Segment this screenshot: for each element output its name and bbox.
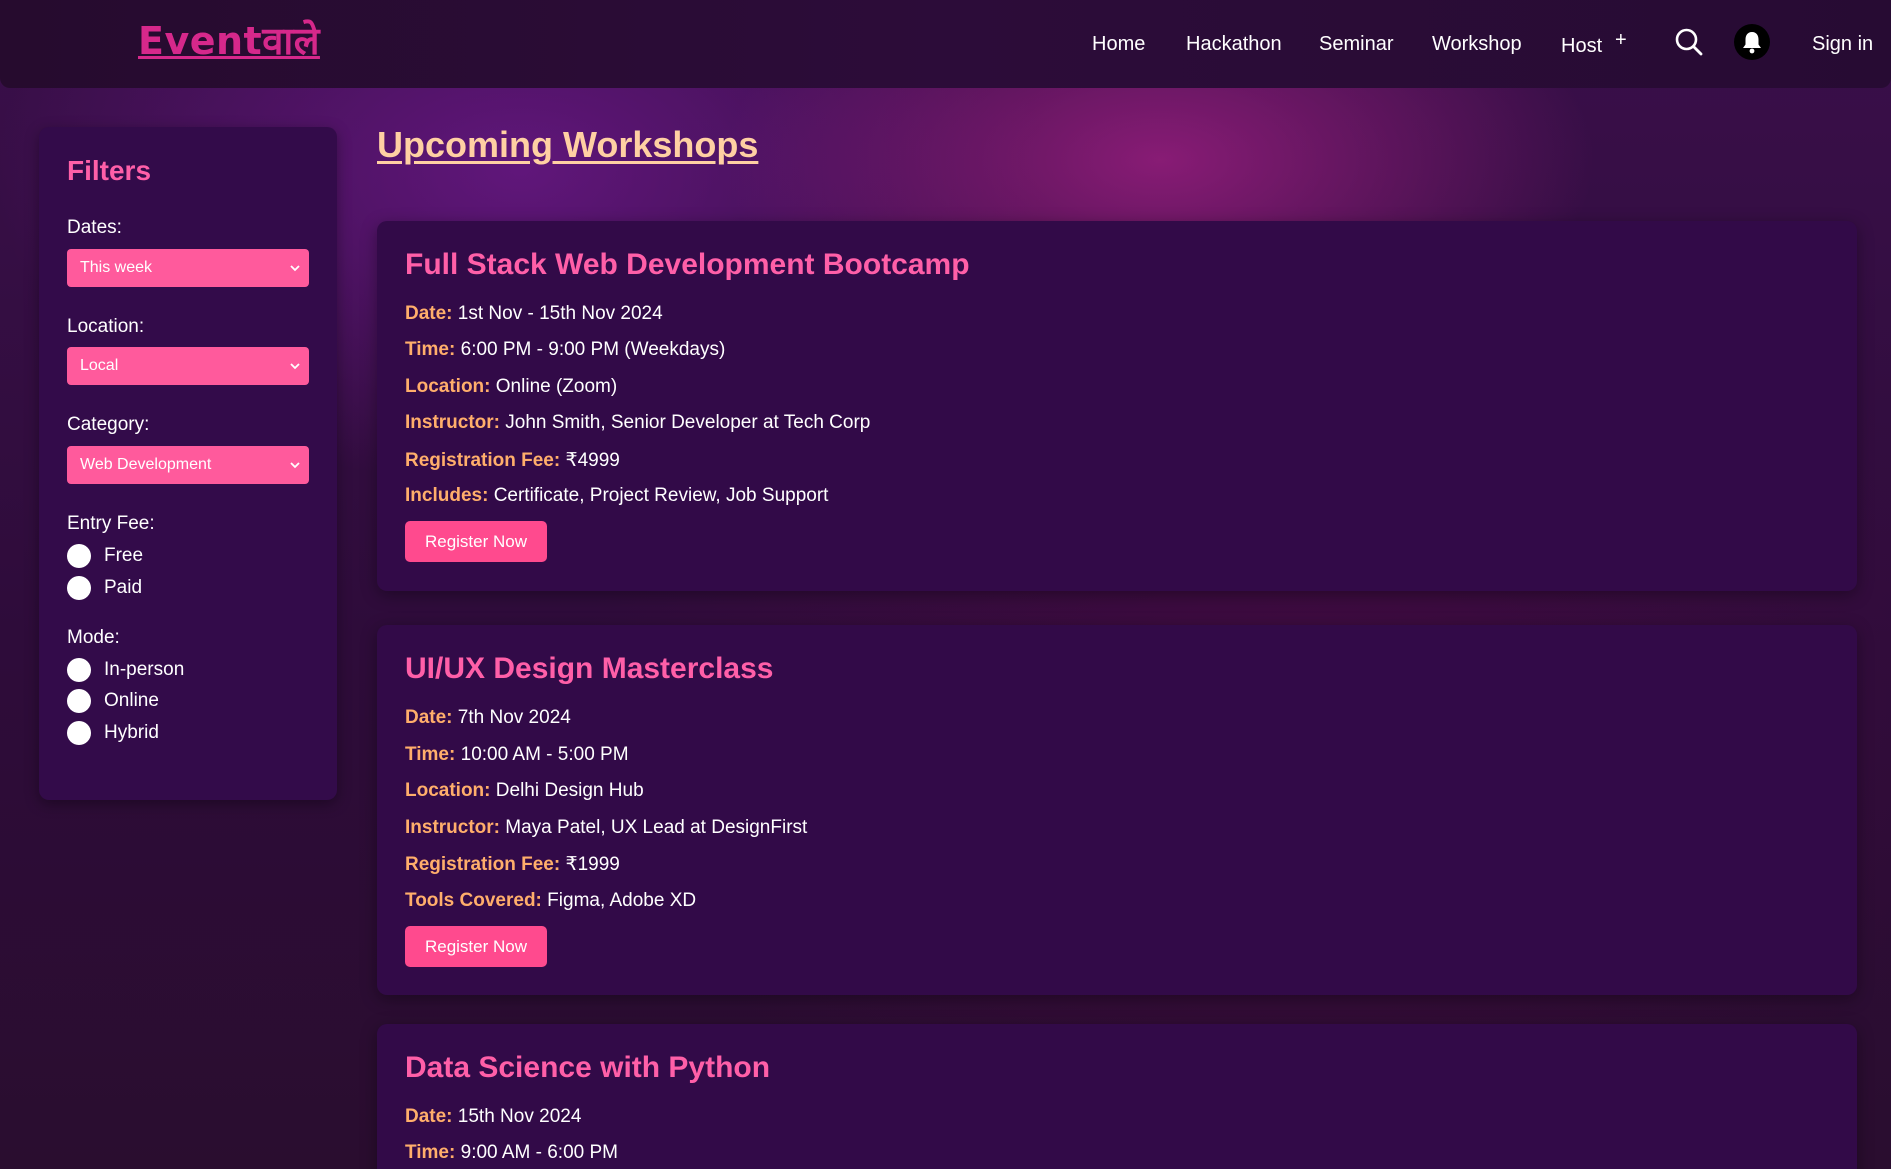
workshop-date: Date: 7th Nov 2024 [405,707,571,729]
dates-select-value: This week [80,259,153,276]
mode-option-in-person[interactable]: In-person [67,658,184,682]
detail-key: Time: [405,1142,456,1163]
detail-value: Maya Patel, UX Lead at DesignFirst [505,817,808,838]
search-icon[interactable] [1674,27,1704,57]
detail-key: Time: [405,339,456,360]
mode-option-online[interactable]: Online [67,689,159,713]
workshop-instructor: Instructor: Maya Patel, UX Lead at Desig… [405,817,807,839]
detail-value: ₹4999 [565,450,620,471]
detail-key: Registration Fee: [405,854,561,875]
filters-panel: Filters Dates: This week Location: Local… [39,127,337,800]
chevron-down-icon [290,462,300,469]
detail-key: Instructor: [405,817,500,838]
nav-workshop[interactable]: Workshop [1432,33,1522,56]
detail-key: Location: [405,780,491,801]
fee-option-paid[interactable]: Paid [67,576,142,600]
nav-hackathon[interactable]: Hackathon [1186,33,1282,56]
nav-host[interactable]: Host [1561,35,1602,58]
radio-label: Online [104,690,159,711]
detail-key: Includes: [405,485,489,506]
location-label: Location: [67,316,145,337]
dates-label: Dates: [67,217,122,238]
workshop-card: Data Science with Python Date: 15th Nov … [377,1024,1857,1169]
workshop-date: Date: 15th Nov 2024 [405,1106,581,1128]
detail-value: Online (Zoom) [495,376,618,397]
filters-title: Filters [67,155,152,186]
radio-label: In-person [104,659,185,680]
bell-icon [1743,32,1761,54]
radio-button[interactable] [67,544,91,568]
workshop-time: Time: 9:00 AM - 6:00 PM [405,1142,618,1164]
detail-value: 10:00 AM - 5:00 PM [460,744,629,765]
mode-option-hybrid[interactable]: Hybrid [67,721,159,745]
detail-key: Tools Covered: [405,890,542,911]
radio-button[interactable] [67,689,91,713]
detail-key: Date: [405,303,453,324]
category-select-value: Web Development [80,456,212,473]
workshop-title: Data Science with Python [405,1051,771,1084]
workshop-instructor: Instructor: John Smith, Senior Developer… [405,412,870,434]
location-select-value: Local [80,357,119,374]
site-logo[interactable]: Eventवाले [138,14,320,66]
category-select[interactable]: Web Development [67,446,309,484]
workshop-includes: Includes: Certificate, Project Review, J… [405,485,828,507]
detail-value: Delhi Design Hub [495,780,644,801]
detail-value: 7th Nov 2024 [457,707,571,728]
detail-key: Registration Fee: [405,450,561,471]
workshop-fee: Registration Fee: ₹4999 [405,449,620,472]
workshop-location: Location: Online (Zoom) [405,376,617,398]
top-navbar: Eventवाले Home Hackathon Seminar Worksho… [0,0,1891,88]
detail-value: Figma, Adobe XD [547,890,697,911]
detail-value: 15th Nov 2024 [457,1106,582,1127]
workshop-tools: Tools Covered: Figma, Adobe XD [405,890,696,912]
workshop-time: Time: 10:00 AM - 5:00 PM [405,744,629,766]
detail-value: 9:00 AM - 6:00 PM [460,1142,618,1163]
register-button[interactable]: Register Now [405,521,547,562]
host-plus-icon[interactable]: + [1615,30,1627,50]
workshop-date: Date: 1st Nov - 15th Nov 2024 [405,303,663,325]
fee-option-free[interactable]: Free [67,544,143,568]
radio-button[interactable] [67,658,91,682]
detail-key: Time: [405,744,456,765]
chevron-down-icon [290,363,300,370]
detail-value: Certificate, Project Review, Job Support [493,485,829,506]
workshop-card: UI/UX Design Masterclass Date: 7th Nov 2… [377,625,1857,995]
nav-seminar[interactable]: Seminar [1319,33,1393,56]
radio-label: Hybrid [104,722,159,743]
category-label: Category: [67,414,150,435]
mode-label: Mode: [67,627,120,648]
workshop-title: Full Stack Web Development Bootcamp [405,248,970,281]
register-button[interactable]: Register Now [405,926,547,967]
workshop-title: UI/UX Design Masterclass [405,652,774,685]
page-title: Upcoming Workshops [377,124,759,165]
workshop-fee: Registration Fee: ₹1999 [405,853,620,876]
radio-button[interactable] [67,721,91,745]
workshop-location: Location: Delhi Design Hub [405,780,644,802]
notification-button[interactable] [1734,24,1770,60]
location-select[interactable]: Local [67,347,309,385]
detail-value: John Smith, Senior Developer at Tech Cor… [505,412,871,433]
radio-label: Free [104,545,144,566]
detail-key: Date: [405,707,453,728]
workshop-time: Time: 6:00 PM - 9:00 PM (Weekdays) [405,339,725,361]
dates-select[interactable]: This week [67,249,309,287]
detail-value: ₹1999 [565,854,620,875]
radio-label: Paid [104,577,143,598]
detail-key: Location: [405,376,491,397]
nav-home[interactable]: Home [1092,33,1145,56]
detail-key: Instructor: [405,412,500,433]
chevron-down-icon [290,265,300,272]
signin-link[interactable]: Sign in [1812,33,1873,56]
detail-key: Date: [405,1106,453,1127]
detail-value: 1st Nov - 15th Nov 2024 [457,303,663,324]
detail-value: 6:00 PM - 9:00 PM (Weekdays) [460,339,726,360]
workshop-card: Full Stack Web Development Bootcamp Date… [377,221,1857,591]
entry-fee-label: Entry Fee: [67,513,155,534]
radio-button[interactable] [67,576,91,600]
